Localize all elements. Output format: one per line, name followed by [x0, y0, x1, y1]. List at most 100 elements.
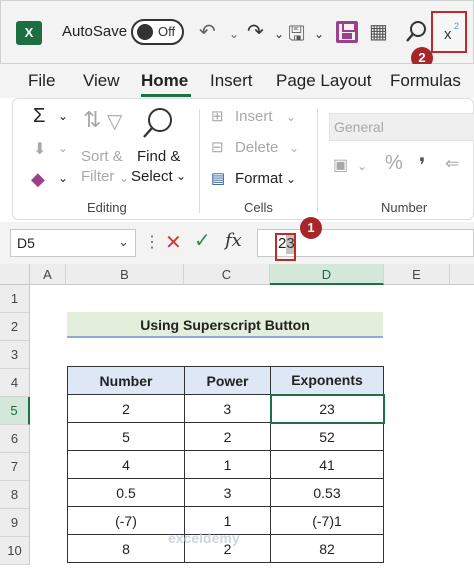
- row-header-3[interactable]: 3: [0, 341, 30, 369]
- table-header-row: Number Power Exponents: [67, 366, 384, 395]
- superscript-button[interactable]: x 2: [431, 11, 467, 53]
- row-header-10[interactable]: 10: [0, 537, 30, 565]
- table-title[interactable]: Using Superscript Button: [67, 312, 383, 338]
- cell-number[interactable]: 5: [67, 422, 185, 451]
- name-box-value: D5: [17, 235, 35, 251]
- sort-filter-dropdown-icon[interactable]: ⌄: [119, 171, 129, 185]
- cell-power[interactable]: 3: [184, 478, 271, 507]
- accounting-format-icon[interactable]: ▣: [333, 155, 348, 175]
- format-dropdown-icon[interactable]: ⌄: [286, 172, 296, 186]
- tab-view[interactable]: View: [83, 71, 120, 91]
- cell-power[interactable]: 1: [184, 450, 271, 479]
- row-header-6[interactable]: 6: [0, 425, 30, 453]
- autosave-state: Off: [158, 24, 176, 39]
- cell-number[interactable]: 2: [67, 394, 185, 423]
- group-separator: [317, 109, 318, 213]
- cell-exponent-active[interactable]: 23: [269, 393, 385, 424]
- sort-filter-label-1[interactable]: Sort &: [81, 148, 123, 165]
- cell-exponent[interactable]: 0.53: [270, 478, 384, 507]
- undo-icon[interactable]: ↶: [199, 19, 216, 44]
- cell-exponent[interactable]: (-7)1: [270, 506, 384, 535]
- more-options-icon[interactable]: ⋮: [144, 232, 160, 252]
- tab-home[interactable]: Home: [141, 71, 188, 91]
- accounting-dropdown-icon[interactable]: ⌄: [357, 159, 367, 173]
- tab-insert[interactable]: Insert: [210, 71, 253, 91]
- undo-dropdown-icon[interactable]: ⌄: [229, 27, 239, 41]
- row-header-7[interactable]: 7: [0, 453, 30, 481]
- cell-exponent[interactable]: 82: [270, 534, 384, 563]
- format-cells-icon[interactable]: ▤: [211, 169, 225, 187]
- col-header-e[interactable]: E: [384, 264, 450, 285]
- sort-filter-icon[interactable]: ⇅: [83, 107, 101, 133]
- tab-formulas[interactable]: Formulas: [390, 71, 461, 91]
- cell-number[interactable]: 4: [67, 450, 185, 479]
- header-exponents[interactable]: Exponents: [270, 366, 384, 395]
- percent-style-button[interactable]: %: [385, 152, 403, 175]
- formula-input[interactable]: 23: [257, 229, 474, 261]
- delete-button[interactable]: Delete: [235, 139, 278, 156]
- insert-dropdown-icon[interactable]: ⌄: [286, 110, 296, 124]
- find-select-icon[interactable]: [139, 105, 179, 145]
- comma-style-button[interactable]: ❜: [419, 153, 425, 178]
- insert-cells-icon[interactable]: ⊞: [211, 107, 224, 125]
- clear-dropdown-icon[interactable]: ⌄: [58, 171, 68, 185]
- tab-page-layout[interactable]: Page Layout: [276, 71, 371, 91]
- find-select-dropdown-icon[interactable]: ⌄: [176, 169, 186, 183]
- select-all-corner[interactable]: [0, 264, 30, 285]
- insert-button[interactable]: Insert: [235, 108, 273, 125]
- col-header-b[interactable]: B: [66, 264, 184, 285]
- autosum-icon[interactable]: Σ: [33, 105, 45, 128]
- header-power[interactable]: Power: [184, 366, 271, 395]
- col-header-d[interactable]: D: [270, 264, 384, 285]
- autosave-toggle[interactable]: Off: [131, 19, 184, 45]
- row-header-5[interactable]: 5: [0, 397, 30, 425]
- row-header-9[interactable]: 9: [0, 509, 30, 537]
- autosum-dropdown-icon[interactable]: ⌄: [58, 109, 68, 123]
- cell-power[interactable]: 2: [184, 422, 271, 451]
- fill-icon[interactable]: ⬇: [33, 139, 46, 159]
- clear-icon[interactable]: ◆: [31, 169, 45, 190]
- row-header-2[interactable]: 2: [0, 313, 30, 341]
- cell-number[interactable]: 0.5: [67, 478, 185, 507]
- delete-dropdown-icon[interactable]: ⌄: [289, 141, 299, 155]
- save-icon[interactable]: [336, 21, 358, 43]
- header-number[interactable]: Number: [67, 366, 185, 395]
- tab-file[interactable]: File: [28, 71, 55, 91]
- step-badge-1: 1: [300, 217, 322, 239]
- redo-icon[interactable]: ↷: [247, 19, 264, 44]
- cell-exponent[interactable]: 41: [270, 450, 384, 479]
- decrease-decimal-icon[interactable]: ⇐: [445, 154, 459, 174]
- number-group-label: Number: [381, 200, 428, 215]
- autosave-label: AutoSave: [62, 23, 128, 40]
- col-header-f[interactable]: [450, 264, 474, 285]
- row-header-8[interactable]: 8: [0, 481, 30, 509]
- customize-toolbar-icon[interactable]: 🖫: [288, 19, 305, 53]
- cell-number[interactable]: (-7): [67, 506, 185, 535]
- sort-filter-label-2[interactable]: Filter: [81, 168, 114, 185]
- find-select-label-1[interactable]: Find &: [137, 148, 180, 165]
- cell-number[interactable]: 8: [67, 534, 185, 563]
- editing-group-label: Editing: [87, 200, 127, 215]
- grid-settings-icon[interactable]: ▦: [369, 19, 388, 44]
- redo-dropdown-icon[interactable]: ⌄: [274, 27, 284, 41]
- name-box[interactable]: D5 ⌄: [10, 229, 136, 257]
- format-button[interactable]: Format: [235, 170, 283, 187]
- cancel-icon[interactable]: ✕: [165, 230, 182, 255]
- cell-power[interactable]: 3: [184, 394, 271, 423]
- cell-exponent[interactable]: 52: [270, 422, 384, 451]
- enter-icon[interactable]: ✓: [194, 228, 211, 253]
- fill-dropdown-icon[interactable]: ⌄: [58, 141, 68, 155]
- find-select-label-2[interactable]: Select: [131, 168, 173, 185]
- row-header-1[interactable]: 1: [0, 285, 30, 313]
- delete-cells-icon[interactable]: ⊟: [211, 138, 224, 156]
- row-header-4[interactable]: 4: [0, 369, 30, 397]
- search-icon[interactable]: [405, 19, 429, 45]
- chevron-down-icon[interactable]: ⌄: [118, 234, 129, 250]
- superscript-x: x: [444, 26, 452, 43]
- number-format-select[interactable]: General: [329, 113, 474, 141]
- qat-dropdown-icon[interactable]: ⌄: [314, 27, 324, 41]
- col-header-c[interactable]: C: [184, 264, 270, 285]
- col-header-a[interactable]: A: [30, 264, 66, 285]
- insert-function-button[interactable]: fx: [225, 230, 242, 251]
- watermark: exceldemy: [168, 530, 240, 546]
